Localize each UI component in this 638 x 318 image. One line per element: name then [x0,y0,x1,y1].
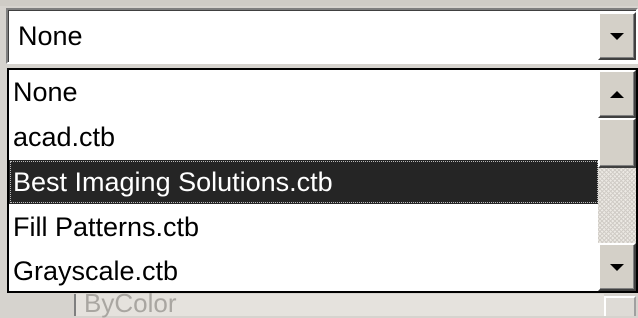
list-item[interactable]: acad.ctb [9,115,599,159]
background-field-value: ByColor [84,288,177,318]
list-item[interactable]: Fill Patterns.ctb [9,205,599,249]
scroll-down-button[interactable] [598,243,636,291]
list-item[interactable]: Grayscale.ctb [9,249,599,293]
list-item-selected[interactable]: Best Imaging Solutions.ctb [9,160,599,204]
chevron-down-icon [610,32,624,40]
list-item-label: acad.ctb [13,122,116,152]
scrollbar-thumb[interactable] [598,118,636,168]
list-item[interactable]: None [9,70,599,114]
plot-style-table-combo[interactable] [6,8,638,64]
dialog-background [0,0,638,6]
list-item-label: Fill Patterns.ctb [13,212,200,242]
arrow-up-icon [610,90,624,98]
list-item-label: None [13,77,78,107]
list-item-label: Grayscale.ctb [13,256,179,286]
list-item-label: Best Imaging Solutions.ctb [13,167,333,197]
scroll-up-button[interactable] [598,70,636,118]
combo-dropdown-button[interactable] [598,12,636,60]
combo-selected-value: None [18,21,83,51]
arrow-down-icon [610,263,624,271]
background-field-button[interactable] [604,296,636,316]
